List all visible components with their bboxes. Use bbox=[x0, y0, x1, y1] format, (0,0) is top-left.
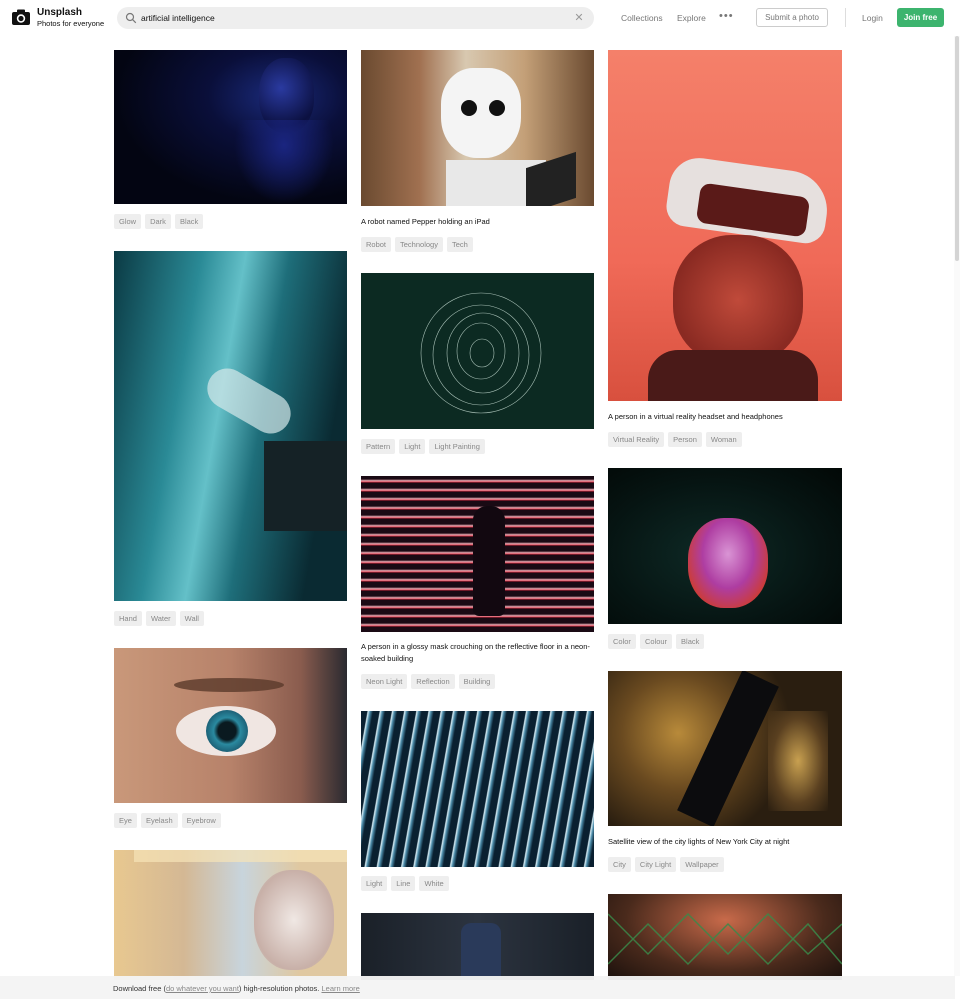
tag[interactable]: Neon Light bbox=[361, 674, 408, 689]
tag[interactable]: Technology bbox=[395, 237, 443, 252]
tag[interactable]: Line bbox=[391, 876, 416, 891]
brand[interactable]: Unsplash Photos for everyone bbox=[37, 8, 104, 28]
photo-network-mesh[interactable] bbox=[608, 894, 842, 980]
tag[interactable]: Person bbox=[668, 432, 702, 447]
tag[interactable]: Light bbox=[399, 439, 426, 454]
submit-photo-button[interactable]: Submit a photo bbox=[756, 8, 828, 27]
photo-lightbulb[interactable] bbox=[361, 913, 594, 980]
banner-middle: ) high-resolution photos. bbox=[238, 984, 322, 993]
tag[interactable]: Black bbox=[174, 214, 204, 229]
photo-glow-face[interactable] bbox=[114, 50, 347, 204]
tags-eye: Eye Eyelash Eyebrow bbox=[114, 813, 221, 828]
tag[interactable]: Dark bbox=[145, 214, 171, 229]
tags-robot: Robot Technology Tech bbox=[361, 237, 473, 252]
nav-explore[interactable]: Explore bbox=[677, 13, 706, 23]
tag[interactable]: Glow bbox=[114, 214, 142, 229]
more-icon[interactable]: ••• bbox=[719, 10, 734, 22]
tag[interactable]: Eyebrow bbox=[181, 813, 221, 828]
caption-city: Satellite view of the city lights of New… bbox=[608, 837, 790, 846]
tag[interactable]: Color bbox=[608, 634, 636, 649]
tag[interactable]: Colour bbox=[639, 634, 673, 649]
scrollbar-thumb[interactable] bbox=[955, 36, 959, 261]
nav-collections[interactable]: Collections bbox=[621, 13, 663, 23]
tags-vr: Virtual Reality Person Woman bbox=[608, 432, 742, 447]
tag[interactable]: Tech bbox=[446, 237, 473, 252]
page-scrollbar[interactable] bbox=[954, 36, 960, 976]
photo-robot-pepper[interactable] bbox=[361, 50, 594, 206]
nav-divider bbox=[845, 8, 846, 27]
brand-tagline: Photos for everyone bbox=[37, 19, 105, 28]
tags-lines: Light Line White bbox=[361, 876, 449, 891]
tags-city: City City Light Wallpaper bbox=[608, 857, 724, 872]
tag[interactable]: Wallpaper bbox=[680, 857, 724, 872]
search-icon bbox=[125, 12, 137, 24]
camera-logo-icon[interactable] bbox=[11, 7, 31, 27]
login-link[interactable]: Login bbox=[862, 13, 883, 23]
clear-search-icon[interactable]: ✕ bbox=[573, 12, 585, 24]
license-link[interactable]: do whatever you want bbox=[166, 984, 239, 993]
tag[interactable]: Light Painting bbox=[429, 439, 485, 454]
tags-glow: Glow Dark Black bbox=[114, 214, 204, 229]
tag[interactable]: Eyelash bbox=[140, 813, 178, 828]
tag[interactable]: Robot bbox=[361, 237, 392, 252]
search-input[interactable] bbox=[141, 10, 561, 26]
banner-text: Download free (do whatever you want) hig… bbox=[113, 984, 360, 993]
tag[interactable]: Eye bbox=[114, 813, 137, 828]
photo-hand-water[interactable] bbox=[114, 251, 347, 601]
tag[interactable]: City Light bbox=[634, 857, 677, 872]
caption-neon: A person in a glossy mask crouching on t… bbox=[361, 642, 590, 663]
photo-eye[interactable] bbox=[114, 648, 347, 803]
tag[interactable]: Building bbox=[458, 674, 496, 689]
caption-robot: A robot named Pepper holding an iPad bbox=[361, 217, 490, 226]
join-free-button[interactable]: Join free bbox=[897, 8, 944, 27]
tag[interactable]: Woman bbox=[705, 432, 742, 447]
tag[interactable]: Wall bbox=[179, 611, 204, 626]
tag[interactable]: Light bbox=[361, 876, 388, 891]
photo-vr-headset[interactable] bbox=[608, 50, 842, 401]
brand-name: Unsplash bbox=[37, 7, 83, 18]
photo-skull-model[interactable] bbox=[114, 850, 347, 980]
photo-light-pattern[interactable] bbox=[361, 273, 594, 429]
tag[interactable]: Virtual Reality bbox=[608, 432, 665, 447]
banner-prefix: Download free ( bbox=[113, 984, 166, 993]
tag[interactable]: Hand bbox=[114, 611, 142, 626]
photo-city-satellite[interactable] bbox=[608, 671, 842, 826]
tags-neon: Neon Light Reflection Building bbox=[361, 674, 496, 689]
tags-hand: Hand Water Wall bbox=[114, 611, 204, 626]
photo-neon-building[interactable] bbox=[361, 476, 594, 632]
search-bar: ✕ bbox=[117, 7, 594, 29]
tags-pattern: Pattern Light Light Painting bbox=[361, 439, 485, 454]
top-nav: Unsplash Photos for everyone ✕ Collectio… bbox=[0, 0, 960, 36]
tag[interactable]: Pattern bbox=[361, 439, 396, 454]
tag[interactable]: City bbox=[608, 857, 631, 872]
learn-more-link[interactable]: Learn more bbox=[321, 984, 359, 993]
download-banner: Download free (do whatever you want) hig… bbox=[0, 976, 955, 999]
photo-color-smoke[interactable] bbox=[608, 468, 842, 624]
tag[interactable]: White bbox=[419, 876, 449, 891]
tag[interactable]: Reflection bbox=[411, 674, 455, 689]
tags-color: Color Colour Black bbox=[608, 634, 705, 649]
tag[interactable]: Water bbox=[145, 611, 176, 626]
photo-light-lines[interactable] bbox=[361, 711, 594, 867]
tag[interactable]: Black bbox=[676, 634, 705, 649]
caption-vr: A person in a virtual reality headset an… bbox=[608, 412, 783, 421]
